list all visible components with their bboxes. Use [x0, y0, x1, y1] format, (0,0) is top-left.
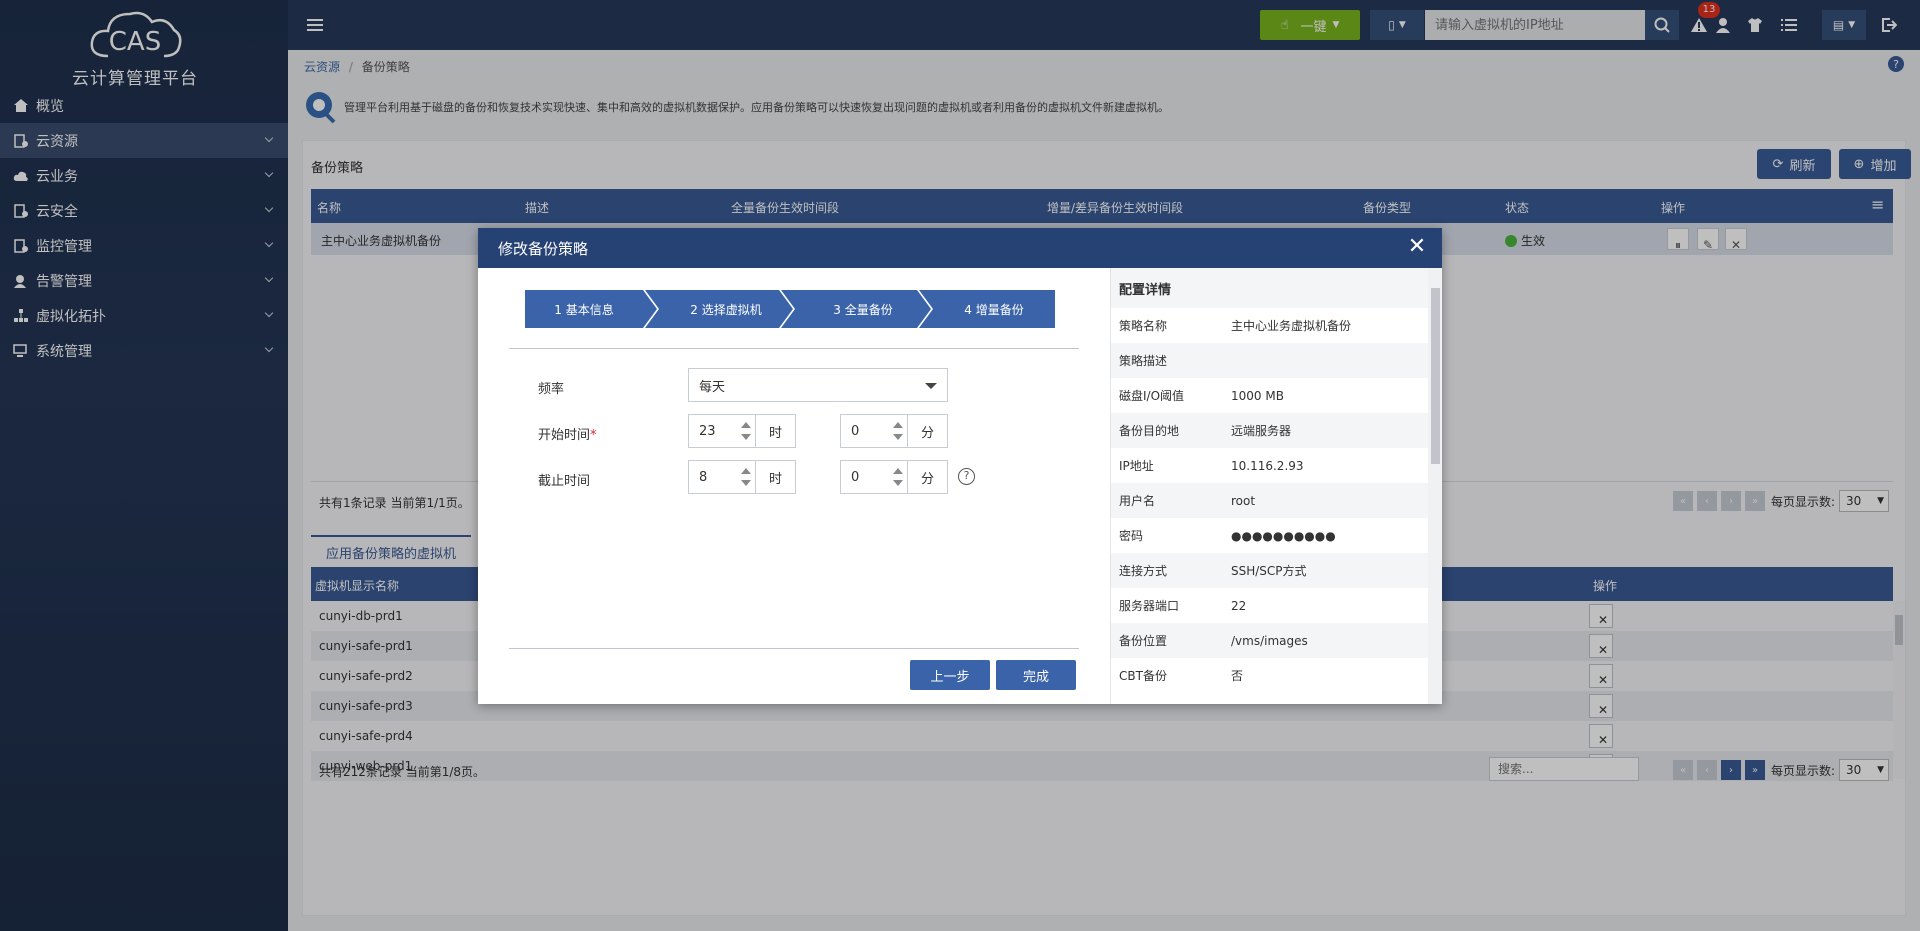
detail-key: 用户名 — [1119, 494, 1156, 508]
detail-value: 主中心业务虚拟机备份 — [1231, 319, 1352, 333]
detail-row: 用户名 root — [1111, 483, 1442, 518]
spin-down-icon[interactable] — [893, 434, 903, 440]
step-2-label: 2 选择虚拟机 — [690, 302, 762, 317]
spin-down-icon[interactable] — [893, 480, 903, 486]
detail-value: /vms/images — [1231, 633, 1308, 648]
finish-button[interactable]: 完成 — [996, 660, 1076, 690]
dialog-header: 修改备份策略 ✕ — [478, 228, 1442, 268]
frequency-value: 每天 — [699, 379, 726, 395]
close-icon[interactable]: ✕ — [1406, 236, 1428, 258]
detail-value: 远端服务器 — [1231, 424, 1292, 438]
frequency-label: 频率 — [538, 382, 565, 397]
prev-step-button[interactable]: 上一步 — [910, 660, 990, 690]
detail-value: 否 — [1231, 669, 1244, 683]
detail-key: CBT备份 — [1119, 669, 1167, 683]
spin-up-icon[interactable] — [893, 468, 903, 474]
end-minute-input[interactable]: 0 — [840, 460, 908, 494]
dialog-title: 修改备份策略 — [498, 239, 589, 258]
divider — [509, 348, 1079, 349]
detail-row: 密码 ●●●●●●●●●● — [1111, 518, 1442, 553]
detail-value: 22 — [1231, 598, 1247, 613]
detail-row: 备份目的地 远端服务器 — [1111, 413, 1442, 448]
minute-unit: 分 — [908, 414, 948, 448]
end-hour-value: 8 — [699, 469, 708, 485]
detail-value: root — [1231, 493, 1256, 508]
detail-key: 服务器端口 — [1119, 599, 1180, 613]
hour-unit: 时 — [756, 460, 796, 494]
detail-value: 1000 MB — [1231, 388, 1284, 403]
spin-down-icon[interactable] — [741, 480, 751, 486]
spin-up-icon[interactable] — [741, 468, 751, 474]
caret-down-icon — [925, 383, 937, 389]
end-hour-input[interactable]: 8 — [688, 460, 756, 494]
spin-down-icon[interactable] — [741, 434, 751, 440]
detail-row: 策略名称 主中心业务虚拟机备份 — [1111, 308, 1442, 343]
required-marker: * — [590, 428, 597, 443]
spin-up-icon[interactable] — [893, 422, 903, 428]
detail-row: 策略描述 — [1111, 343, 1442, 378]
frequency-select[interactable]: 每天 — [688, 368, 948, 402]
step-1-label: 1 基本信息 — [554, 302, 614, 317]
detail-row: CBT备份 否 — [1111, 658, 1442, 693]
step-4-label: 4 增量备份 — [964, 302, 1024, 317]
help-icon[interactable]: ? — [958, 468, 975, 485]
start-time-label: 开始时间* — [538, 424, 597, 443]
detail-row: 磁盘I/O阈值 1000 MB — [1111, 378, 1442, 413]
config-detail-panel: 配置详情 策略名称 主中心业务虚拟机备份策略描述磁盘I/O阈值 1000 MB 备份目… — [1110, 268, 1442, 704]
start-hour-input[interactable]: 23 — [688, 414, 756, 448]
detail-key: 备份位置 — [1119, 634, 1168, 648]
detail-scrollbar[interactable] — [1428, 268, 1442, 704]
detail-value: ●●●●●●●●●● — [1231, 528, 1336, 543]
detail-value: 10.116.2.93 — [1231, 458, 1304, 473]
end-time-label: 截止时间 — [538, 474, 591, 489]
detail-title: 配置详情 — [1111, 268, 1442, 308]
hour-unit: 时 — [756, 414, 796, 448]
detail-key: 连接方式 — [1119, 564, 1168, 578]
detail-key: 备份目的地 — [1119, 424, 1180, 438]
detail-row: 连接方式 SSH/SCP方式 — [1111, 553, 1442, 588]
minute-unit: 分 — [908, 460, 948, 494]
detail-key: 策略名称 — [1119, 319, 1168, 333]
detail-key: 磁盘I/O阈值 — [1119, 389, 1185, 403]
start-minute-input[interactable]: 0 — [840, 414, 908, 448]
detail-key: IP地址 — [1119, 459, 1154, 473]
spin-up-icon[interactable] — [741, 422, 751, 428]
end-minute-value: 0 — [851, 469, 860, 485]
detail-row: 备份位置/vms/images — [1111, 623, 1442, 658]
divider — [509, 648, 1079, 649]
scrollbar-thumb[interactable] — [1431, 288, 1440, 464]
start-hour-value: 23 — [699, 423, 716, 439]
detail-key: 策略描述 — [1119, 354, 1168, 368]
detail-key: 密码 — [1119, 529, 1144, 543]
step-3-label: 3 全量备份 — [833, 302, 893, 317]
detail-value: SSH/SCP方式 — [1231, 564, 1307, 578]
edit-backup-policy-dialog: 修改备份策略 ✕ 1 基本信息 2 选择虚拟机 3 全量备份 4 增量备份 频率… — [478, 228, 1442, 704]
detail-row: IP地址 10.116.2.93 — [1111, 448, 1442, 483]
start-minute-value: 0 — [851, 423, 860, 439]
detail-row: 服务器端口 22 — [1111, 588, 1442, 623]
start-time-text: 开始时间 — [538, 428, 591, 443]
